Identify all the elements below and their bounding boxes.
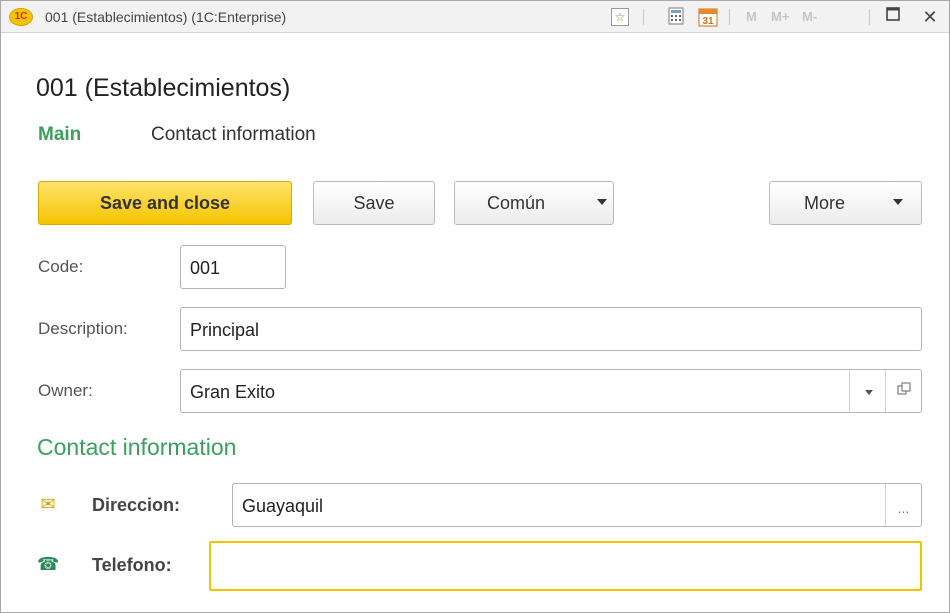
direccion-field[interactable]: Guayaquil	[232, 483, 922, 527]
description-label: Description:	[38, 319, 128, 338]
telefono-field[interactable]	[209, 541, 922, 591]
tab-contact-information[interactable]: Contact information	[151, 124, 316, 146]
owner-dropdown-button[interactable]	[849, 370, 885, 412]
contact-section-title: Contact information	[37, 434, 237, 460]
comun-dropdown-button[interactable]: Común	[454, 181, 614, 225]
chevron-down-icon	[597, 199, 607, 205]
mail-icon: ✉	[40, 494, 56, 514]
calendar-day: 31	[702, 16, 714, 27]
chevron-down-icon	[865, 390, 873, 395]
toolbar-separator	[729, 9, 730, 25]
comun-label: Común	[487, 192, 546, 213]
open-icon[interactable]	[885, 370, 921, 412]
direccion-label: Direccion:	[92, 495, 181, 515]
description-field[interactable]: Principal	[180, 307, 922, 351]
toolbar-separator	[869, 9, 870, 25]
memory-plus-button[interactable]: M+	[771, 9, 789, 24]
owner-field[interactable]: Gran Exito	[180, 369, 922, 413]
code-label: Code:	[38, 257, 84, 276]
memory-m-button[interactable]: M	[746, 9, 757, 24]
more-label: More	[804, 192, 846, 213]
telefono-label: Telefono:	[92, 555, 172, 575]
tab-main[interactable]: Main	[38, 124, 81, 146]
form-window: 1C 001 (Establecimientos) (1C:Enterprise…	[0, 0, 950, 613]
memory-minus-button[interactable]: M-	[802, 9, 817, 24]
more-dropdown-button[interactable]: More	[769, 181, 922, 225]
title-bar: 1C 001 (Establecimientos) (1C:Enterprise…	[1, 1, 949, 33]
close-icon[interactable]: ✕	[920, 7, 940, 27]
save-and-close-button[interactable]: Save and close	[38, 181, 292, 225]
calendar-icon[interactable]: 31	[698, 7, 718, 27]
code-field[interactable]: 001	[180, 245, 286, 289]
favorite-icon[interactable]: ☆	[611, 8, 629, 26]
save-button[interactable]: Save	[313, 181, 435, 225]
calculator-icon[interactable]	[666, 7, 686, 27]
owner-label: Owner:	[38, 381, 93, 400]
chevron-down-icon	[893, 199, 903, 205]
phone-icon: ☎	[37, 554, 60, 574]
maximize-icon[interactable]	[883, 7, 903, 27]
toolbar-separator	[643, 9, 644, 25]
app-logo-icon[interactable]: 1C	[9, 8, 33, 26]
page-title: 001 (Establecimientos)	[36, 74, 291, 102]
direccion-select-button[interactable]: ...	[885, 484, 921, 526]
window-title: 001 (Establecimientos) (1C:Enterprise)	[45, 9, 287, 25]
